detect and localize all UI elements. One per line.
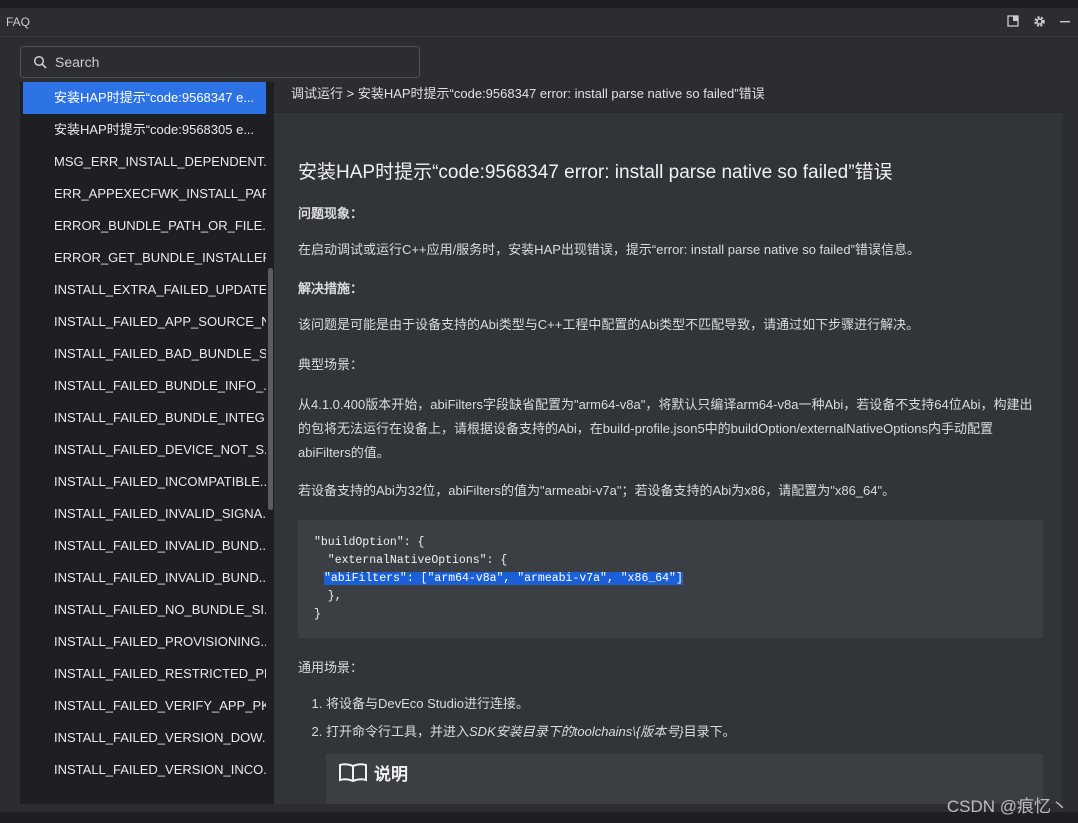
steps-list: 将设备与DevEco Studio进行连接。 打开命令行工具，并进入SDK安装目…: [298, 690, 1043, 746]
faq-item[interactable]: INSTALL_FAILED_INVALID_BUND...: [23, 562, 270, 594]
note-label: 说明: [374, 765, 408, 784]
code-line-highlighted: "abiFilters": ["arm64-v8a", "armeabi-v7a…: [298, 570, 1043, 588]
step-item: 将设备与DevEco Studio进行连接。: [326, 690, 1043, 718]
faq-item[interactable]: INSTALL_FAILED_RESTRICTED_PE...: [23, 658, 274, 690]
watermark: CSDN @痕忆丶: [946, 797, 1068, 816]
faq-item[interactable]: INSTALL_EXTRA_FAILED_UPDATE...: [23, 274, 274, 306]
faq-item[interactable]: ERROR_BUNDLE_PATH_OR_FILE...: [23, 210, 273, 242]
search-input[interactable]: [53, 53, 417, 71]
problem-label: 问题现象：: [298, 206, 364, 221]
code-block[interactable]: "buildOption": { "externalNativeOptions"…: [298, 520, 1043, 638]
typical-text: 从4.1.0.400版本开始，abiFilters字段缺省配置为"arm64-v…: [298, 397, 1033, 460]
faq-item[interactable]: INSTALL_FAILED_BAD_BUNDLE_S...: [23, 338, 274, 370]
step-item: 打开命令行工具，并进入SDK安装目录下的toolchains\{版本号}目录下。: [326, 718, 1043, 746]
top-strip: [0, 0, 1078, 8]
faq-item[interactable]: INSTALL_FAILED_VERSION_DOW...: [23, 722, 273, 754]
minimize-icon[interactable]: [1058, 14, 1072, 28]
typical-label: 典型场景：: [298, 357, 364, 372]
title-bar: FAQ: [0, 8, 1078, 37]
window-tools: [1006, 14, 1072, 28]
solution-text: 该问题是可能是由于设备支持的Abi类型与C++工程中配置的Abi类型不匹配导致，…: [298, 317, 920, 332]
solution-label: 解决措施：: [298, 281, 364, 296]
window-title: FAQ: [6, 15, 31, 29]
code-line: },: [314, 590, 342, 603]
restore-window-icon[interactable]: [1006, 14, 1020, 28]
article-body: 安装HAP时提示“code:9568347 error: install par…: [274, 157, 1062, 804]
faq-item[interactable]: INSTALL_FAILED_BUNDLE_INTEG...: [23, 402, 274, 434]
code-line: }: [314, 608, 321, 621]
note-box: 说明: [326, 754, 1043, 804]
faq-item-9568347[interactable]: 安装HAP时提示“code:9568347 e...: [23, 82, 268, 114]
breadcrumb[interactable]: 调试运行 > 安装HAP时提示“code:9568347 error: inst…: [274, 82, 1062, 113]
problem-text: 在启动调试或运行C++应用/服务时，安装HAP出现错误，提示“error: in…: [298, 242, 920, 257]
faq-item[interactable]: INSTALL_FAILED_BUNDLE_INFO_...: [23, 370, 274, 402]
faq-item[interactable]: INSTALL_FAILED_NO_BUNDLE_SI...: [23, 594, 274, 626]
step-path: SDK安装目录下的toolchains\{版本号}: [469, 724, 684, 739]
step-text: 打开命令行工具，并进入: [326, 724, 470, 739]
search-icon: [33, 55, 47, 69]
abi-text: 若设备支持的Abi为32位，abiFilters的值为"armeabi-v7a"…: [298, 483, 896, 498]
faq-item[interactable]: INSTALL_FAILED_DEVICE_NOT_S...: [23, 434, 274, 466]
sidebar-scrollbar-thumb[interactable]: [268, 268, 273, 510]
faq-item[interactable]: ERROR_GET_BUNDLE_INSTALLER...: [23, 242, 274, 274]
step-text-end: 目录下。: [683, 724, 736, 739]
bottom-bar: [0, 812, 1078, 823]
faq-list: 安装HAP时提示“code:9568347 e... 安装HAP时提示“code…: [20, 82, 274, 804]
right-edge: [1062, 82, 1078, 804]
faq-item[interactable]: INSTALL_FAILED_INCOMPATIBLE...: [23, 466, 271, 498]
code-line: "buildOption": {: [314, 536, 425, 549]
code-line: "externalNativeOptions": {: [314, 554, 508, 567]
faq-item[interactable]: INSTALL_FAILED_INVALID_BUND...: [23, 530, 270, 562]
general-label: 通用场景：: [298, 660, 364, 675]
book-icon: [339, 763, 367, 782]
faq-item[interactable]: INSTALL_FAILED_VERSION_INCO...: [23, 754, 274, 786]
gear-icon[interactable]: [1032, 14, 1046, 28]
faq-item[interactable]: INSTALL_FAILED_VERIFY_APP_PK...: [23, 690, 274, 722]
faq-item[interactable]: MSG_ERR_INSTALL_DEPENDENT...: [23, 146, 274, 178]
search-box[interactable]: [20, 46, 420, 78]
faq-item[interactable]: INSTALL_FAILED_APP_SOURCE_N...: [23, 306, 274, 338]
faq-item[interactable]: INSTALL_FAILED_INVALID_SIGNA...: [23, 498, 273, 530]
article-panel: 调试运行 > 安装HAP时提示“code:9568347 error: inst…: [274, 82, 1062, 804]
faq-item[interactable]: ERR_APPEXECFWK_INSTALL_PAR...: [23, 178, 274, 210]
faq-item[interactable]: INSTALL_FAILED_PROVISIONING...: [23, 626, 271, 658]
faq-item-9568305[interactable]: 安装HAP时提示“code:9568305 e...: [23, 114, 270, 146]
selected-code[interactable]: "abiFilters": ["arm64-v8a", "armeabi-v7a…: [324, 572, 683, 585]
article-title: 安装HAP时提示“code:9568347 error: install par…: [298, 162, 893, 183]
